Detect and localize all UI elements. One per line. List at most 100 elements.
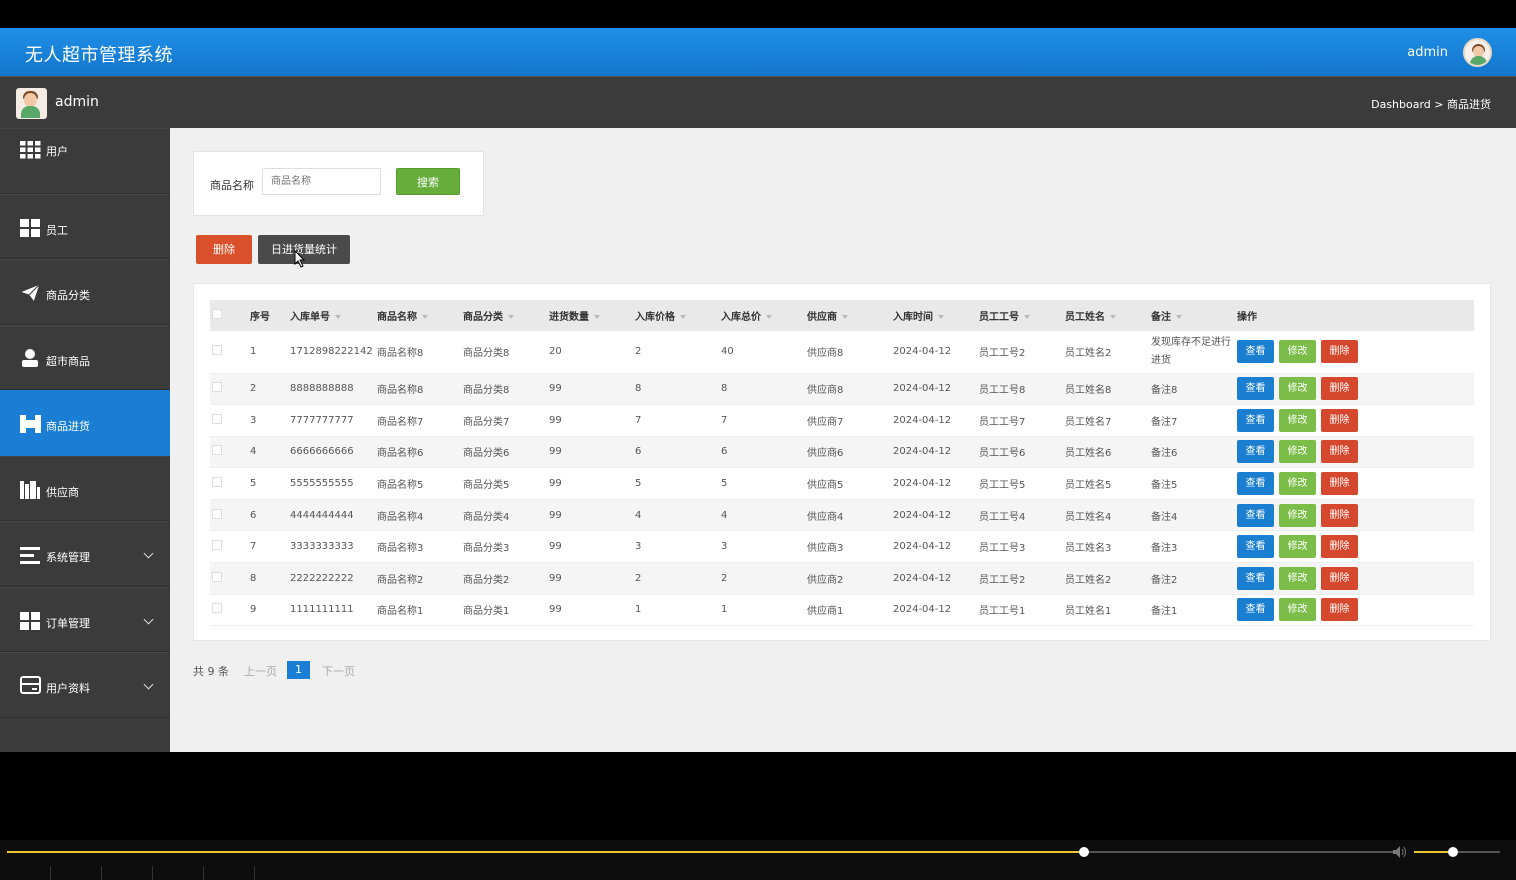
edit-button[interactable]: 修改 xyxy=(1279,340,1316,364)
sidebar-item-staff[interactable]: 员工 xyxy=(0,193,170,259)
table-cell: 员工姓名4 xyxy=(1065,499,1151,532)
row-select-cell[interactable] xyxy=(210,436,250,469)
volume-handle[interactable] xyxy=(1447,847,1458,857)
table-cell: 20 xyxy=(549,331,635,374)
prev-page-button[interactable]: 上一页 xyxy=(244,663,277,679)
row-select-cell[interactable] xyxy=(210,530,250,564)
row-select-cell[interactable] xyxy=(210,562,250,595)
row-select-cell[interactable] xyxy=(210,467,250,500)
view-button[interactable]: 查看 xyxy=(1237,598,1274,622)
sort-icon[interactable] xyxy=(842,315,848,319)
sort-icon[interactable] xyxy=(422,315,428,319)
col-header[interactable]: 入库价格 xyxy=(635,300,721,331)
delete-button[interactable]: 删除 xyxy=(1321,408,1358,432)
row-checkbox[interactable] xyxy=(212,508,222,519)
view-button[interactable]: 查看 xyxy=(1237,377,1274,401)
col-header[interactable]: 入库时间 xyxy=(893,300,979,331)
view-button[interactable]: 查看 xyxy=(1237,566,1274,590)
row-select-cell[interactable] xyxy=(210,404,250,437)
sort-icon[interactable] xyxy=(594,315,600,319)
sort-icon[interactable] xyxy=(1176,315,1182,319)
view-button[interactable]: 查看 xyxy=(1237,535,1274,559)
select-all-cell[interactable] xyxy=(210,300,250,331)
delete-button[interactable]: 删除 xyxy=(1321,472,1358,496)
table-cell: 6 xyxy=(635,436,721,469)
view-button[interactable]: 查看 xyxy=(1237,440,1274,464)
page-1-button[interactable]: 1 xyxy=(287,661,310,679)
col-header[interactable]: 入库单号 xyxy=(290,300,377,331)
table-cell: 商品名称4 xyxy=(377,499,463,532)
volume-icon[interactable] xyxy=(1393,846,1407,858)
delete-button[interactable]: 删除 xyxy=(1321,340,1358,364)
sort-icon[interactable] xyxy=(508,315,514,319)
edit-button[interactable]: 修改 xyxy=(1279,472,1316,496)
col-header[interactable]: 员工工号 xyxy=(979,300,1065,331)
sort-icon[interactable] xyxy=(766,315,772,319)
table-cell: 备注6 xyxy=(1151,436,1237,469)
table-cell: 99 xyxy=(549,404,635,437)
table-cell: 商品分类2 xyxy=(463,562,549,595)
sidebar-item-orders[interactable]: 订单管理 xyxy=(0,586,170,652)
sort-icon[interactable] xyxy=(1110,315,1116,319)
view-button[interactable]: 查看 xyxy=(1237,340,1274,364)
col-header[interactable]: 进货数量 xyxy=(549,300,635,331)
col-header[interactable]: 商品分类 xyxy=(463,300,549,331)
col-header[interactable]: 备注 xyxy=(1151,300,1237,331)
sort-icon[interactable] xyxy=(1024,315,1030,319)
sidebar-item-category[interactable]: 商品分类 xyxy=(0,259,170,325)
row-checkbox[interactable] xyxy=(212,345,222,356)
delete-button[interactable]: 删除 xyxy=(1321,598,1358,622)
table-cell: 99 xyxy=(549,594,635,627)
row-checkbox[interactable] xyxy=(212,571,222,582)
sort-icon[interactable] xyxy=(335,315,341,319)
sidebar-item-profile[interactable]: 用户资料 xyxy=(0,652,170,718)
edit-button[interactable]: 修改 xyxy=(1279,535,1316,559)
sidebar-item-label: 用户资料 xyxy=(46,682,90,695)
edit-button[interactable]: 修改 xyxy=(1279,566,1316,590)
avatar[interactable] xyxy=(16,88,47,119)
delete-button[interactable]: 删除 xyxy=(1321,440,1358,464)
header-avatar[interactable] xyxy=(1463,38,1492,67)
sort-icon[interactable] xyxy=(938,315,944,319)
progress-track[interactable] xyxy=(7,851,1393,853)
row-select-cell[interactable] xyxy=(210,499,250,532)
sidebar-item-system[interactable]: 系统管理 xyxy=(0,521,170,587)
next-page-button[interactable]: 下一页 xyxy=(322,663,355,679)
row-checkbox[interactable] xyxy=(212,603,222,614)
edit-button[interactable]: 修改 xyxy=(1279,598,1316,622)
edit-button[interactable]: 修改 xyxy=(1279,503,1316,527)
sidebar-item-supplier[interactable]: 供应商 xyxy=(0,455,170,521)
row-select-cell[interactable] xyxy=(210,331,250,374)
row-checkbox[interactable] xyxy=(212,540,222,551)
delete-button[interactable]: 删除 xyxy=(1321,535,1358,559)
view-button[interactable]: 查看 xyxy=(1237,408,1274,432)
row-checkbox[interactable] xyxy=(212,477,222,488)
select-all-checkbox[interactable] xyxy=(212,309,222,319)
delete-button[interactable]: 删除 xyxy=(1321,566,1358,590)
search-button[interactable]: 搜索 xyxy=(396,168,460,195)
edit-button[interactable]: 修改 xyxy=(1279,377,1316,401)
col-header[interactable]: 入库总价 xyxy=(721,300,807,331)
delete-button[interactable]: 删除 xyxy=(1321,377,1358,401)
header-username[interactable]: admin xyxy=(1407,45,1448,60)
batch-delete-button[interactable]: 删除 xyxy=(196,235,252,264)
row-select-cell[interactable] xyxy=(210,373,250,406)
sidebar-item-users[interactable]: 用户 xyxy=(0,128,170,194)
search-input[interactable] xyxy=(262,168,381,195)
sort-icon[interactable] xyxy=(680,315,686,319)
row-checkbox[interactable] xyxy=(212,413,222,424)
edit-button[interactable]: 修改 xyxy=(1279,440,1316,464)
sidebar-item-products[interactable]: 超市商品 xyxy=(0,324,170,390)
delete-button[interactable]: 删除 xyxy=(1321,503,1358,527)
progress-handle[interactable] xyxy=(1078,847,1089,857)
view-button[interactable]: 查看 xyxy=(1237,503,1274,527)
col-header[interactable]: 供应商 xyxy=(807,300,893,331)
sidebar-item-purchase[interactable]: 商品进货 xyxy=(0,390,170,456)
edit-button[interactable]: 修改 xyxy=(1279,408,1316,432)
col-header[interactable]: 商品名称 xyxy=(377,300,463,331)
row-checkbox[interactable] xyxy=(212,382,222,393)
view-button[interactable]: 查看 xyxy=(1237,472,1274,496)
row-checkbox[interactable] xyxy=(212,445,222,456)
row-select-cell[interactable] xyxy=(210,594,250,627)
col-header[interactable]: 员工姓名 xyxy=(1065,300,1151,331)
